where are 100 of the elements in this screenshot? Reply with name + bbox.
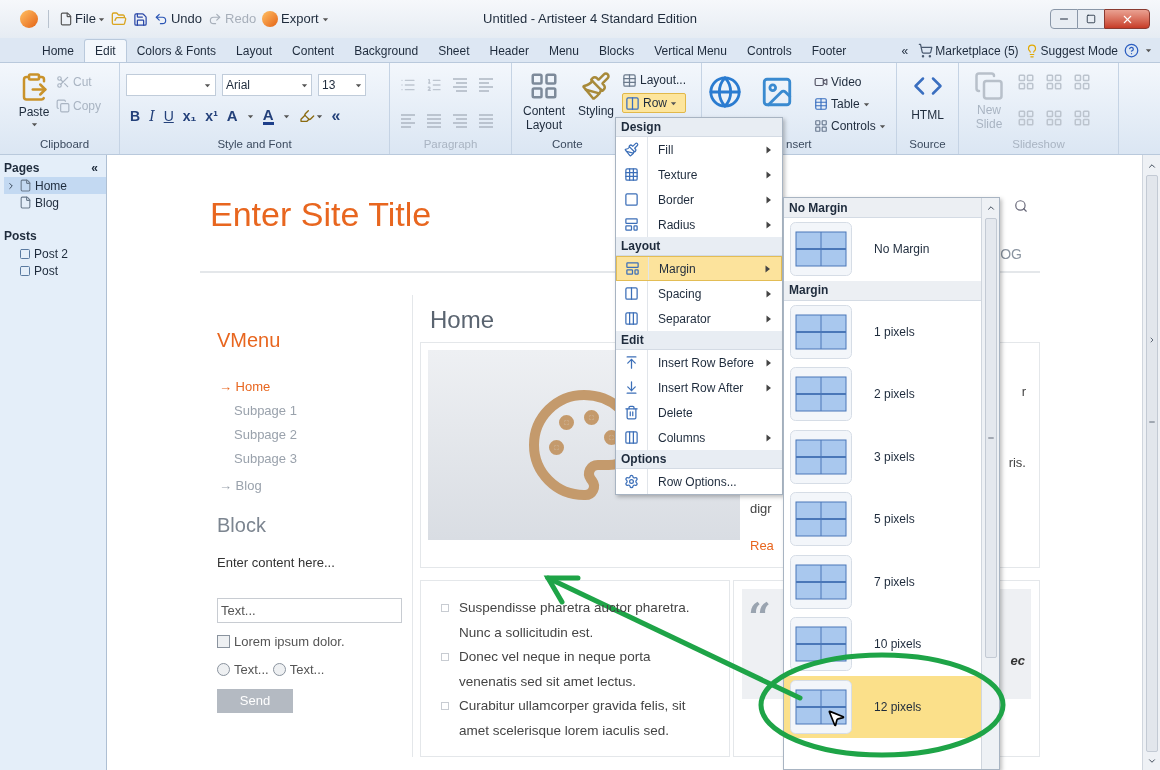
margin-option[interactable]: 7 pixels bbox=[784, 550, 981, 613]
font-dropdown[interactable]: Arial bbox=[222, 74, 312, 96]
ribbon-tab[interactable]: Header bbox=[479, 39, 539, 62]
post-tree-item[interactable]: Post bbox=[4, 262, 106, 279]
format-button[interactable]: x₁ bbox=[182, 105, 197, 127]
scroll-down-icon bbox=[1146, 756, 1157, 766]
ribbon-tab[interactable]: Content bbox=[282, 39, 345, 62]
post-tree-item[interactable]: Post 2 bbox=[4, 245, 106, 262]
ribbon-tab[interactable]: Sheet bbox=[428, 39, 480, 62]
caret-icon bbox=[1145, 47, 1152, 54]
ribbon-tab[interactable]: Home bbox=[32, 39, 84, 62]
vertical-scrollbar[interactable] bbox=[1142, 155, 1160, 770]
styling-button[interactable]: Styling bbox=[574, 71, 618, 136]
folder-icon[interactable] bbox=[110, 11, 127, 27]
menu-item[interactable]: Row Options... bbox=[616, 469, 782, 494]
paste-button[interactable]: Paste bbox=[16, 71, 52, 136]
scissors-icon bbox=[56, 75, 70, 89]
font-size-dropdown[interactable]: 13 bbox=[318, 74, 366, 96]
margin-option[interactable]: 3 pixels bbox=[784, 425, 981, 488]
close-button[interactable] bbox=[1104, 9, 1150, 29]
html-button[interactable]: HTML bbox=[903, 71, 952, 136]
checkbox[interactable] bbox=[217, 635, 230, 648]
ribbon-tab[interactable]: Blocks bbox=[588, 39, 645, 62]
submenu-scrollbar[interactable] bbox=[981, 198, 999, 769]
margin-option[interactable]: 12 pixels bbox=[784, 675, 981, 738]
menu-item[interactable]: Insert Row Before bbox=[616, 350, 782, 375]
undo-button[interactable]: Undo bbox=[153, 9, 203, 29]
margin-option[interactable]: 2 pixels bbox=[784, 363, 981, 426]
menu-item[interactable]: Border bbox=[616, 187, 782, 212]
controls-button[interactable]: Controls bbox=[814, 117, 886, 135]
ribbon-tab[interactable]: Vertical Menu bbox=[644, 39, 737, 62]
marketplace-link[interactable]: Marketplace (5) bbox=[918, 41, 1019, 60]
export-button[interactable]: Export bbox=[262, 9, 329, 29]
margin-option[interactable]: 1 pixels bbox=[784, 300, 981, 363]
menu-item[interactable]: Texture bbox=[616, 162, 782, 187]
margin-option[interactable]: 10 pixels bbox=[784, 613, 981, 676]
menu-item[interactable]: Delete bbox=[616, 400, 782, 425]
text-input-field[interactable]: Text... bbox=[217, 597, 402, 623]
panel-heading: Pages bbox=[4, 160, 40, 177]
format-button[interactable]: A bbox=[226, 104, 238, 128]
table-icon bbox=[622, 72, 637, 88]
file-menu-button[interactable]: File bbox=[59, 9, 105, 29]
margin-icon bbox=[625, 261, 640, 276]
help-icon[interactable] bbox=[1124, 43, 1139, 58]
align-right-icon bbox=[452, 112, 468, 129]
menu-item[interactable]: Margin bbox=[616, 256, 782, 281]
ribbon-tab[interactable]: Layout bbox=[226, 39, 283, 62]
collapse-button[interactable]: « bbox=[897, 41, 913, 60]
radio-button[interactable] bbox=[217, 663, 230, 676]
delete-icon bbox=[624, 405, 639, 420]
menu-item[interactable]: Fill bbox=[616, 137, 782, 162]
content-layout-button[interactable]: Content Layout bbox=[518, 71, 570, 136]
highlighter-icon[interactable] bbox=[298, 108, 315, 124]
margin-option[interactable]: 5 pixels bbox=[784, 488, 981, 551]
ribbon-tab[interactable]: Edit bbox=[84, 39, 127, 62]
font-style-dropdown[interactable] bbox=[126, 74, 216, 96]
globe-icon[interactable] bbox=[708, 75, 742, 109]
layout-button[interactable]: Layout... bbox=[622, 71, 687, 89]
ribbon-tab[interactable]: Background bbox=[344, 39, 429, 62]
format-button[interactable]: B bbox=[130, 105, 141, 127]
ribbon-tab[interactable]: Footer bbox=[801, 39, 857, 62]
slide-layout-icon bbox=[1045, 108, 1063, 127]
table-button[interactable]: Table bbox=[814, 95, 886, 113]
scrollbar-thumb[interactable] bbox=[1145, 175, 1158, 752]
indent-icon bbox=[478, 77, 494, 93]
minimize-button[interactable] bbox=[1050, 9, 1078, 29]
page-tree-item[interactable]: Blog bbox=[4, 194, 106, 211]
scrollbar-thumb[interactable] bbox=[984, 218, 997, 658]
layout-thumbnail-icon bbox=[790, 492, 852, 547]
page-tree-item[interactable]: Home bbox=[4, 177, 106, 194]
caret-icon bbox=[862, 100, 870, 108]
texture-icon bbox=[624, 167, 639, 182]
submenu-arrow-icon bbox=[765, 358, 772, 367]
expand-icon bbox=[6, 180, 16, 191]
bullet-icon bbox=[441, 653, 449, 661]
image-icon[interactable] bbox=[760, 75, 794, 109]
save-icon[interactable] bbox=[132, 11, 148, 27]
group-label: Source bbox=[909, 137, 946, 153]
collapse-button[interactable]: « bbox=[91, 159, 98, 177]
menu-item[interactable]: Spacing bbox=[616, 281, 782, 306]
group-label: Conte bbox=[552, 137, 583, 153]
ribbon-tab[interactable]: Colors & Fonts bbox=[126, 39, 227, 62]
format-button[interactable]: x¹ bbox=[205, 105, 218, 127]
row-button[interactable]: Row bbox=[622, 93, 687, 113]
format-button[interactable]: « bbox=[331, 104, 341, 128]
menu-item[interactable]: Insert Row After bbox=[616, 375, 782, 400]
mouse-pointer-icon bbox=[826, 708, 846, 728]
margin-option[interactable]: No Margin bbox=[784, 218, 981, 281]
ribbon-tab[interactable]: Menu bbox=[538, 39, 589, 62]
columns-icon bbox=[624, 430, 639, 445]
post-text: ris. bbox=[1008, 454, 1026, 472]
video-button[interactable]: Video bbox=[814, 73, 886, 91]
ribbon-tab[interactable]: Controls bbox=[736, 39, 802, 62]
undo-icon bbox=[153, 12, 168, 26]
radio-button[interactable] bbox=[272, 663, 286, 676]
maximize-button[interactable] bbox=[1078, 9, 1104, 29]
format-button[interactable]: U bbox=[163, 105, 174, 127]
format-button[interactable]: I bbox=[149, 105, 155, 127]
suggest-mode-button[interactable]: Suggest Mode bbox=[1024, 41, 1118, 60]
format-button[interactable]: A bbox=[262, 107, 274, 125]
